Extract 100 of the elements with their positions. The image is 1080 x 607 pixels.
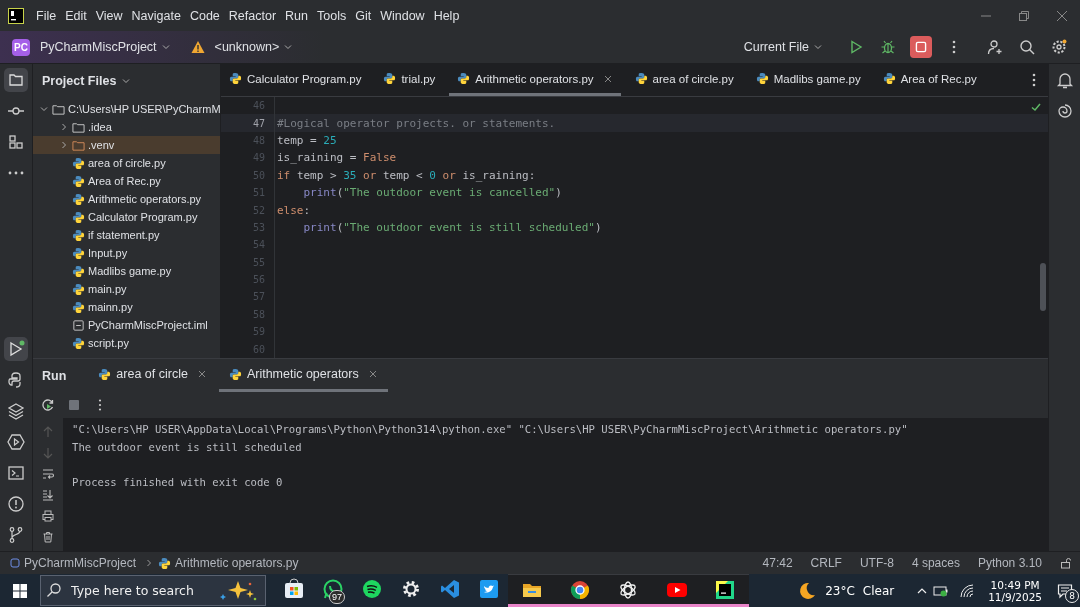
stop-icon[interactable]: [910, 36, 932, 58]
menu-item[interactable]: Help: [433, 8, 460, 23]
code-line: print("The outdoor event is cancelled"): [302, 186, 562, 200]
folder-icon: [72, 120, 85, 134]
run-icon[interactable]: [848, 39, 864, 55]
tree-item[interactable]: Input.py: [33, 244, 220, 262]
python-file-icon: [72, 264, 85, 278]
notification-count: 8: [1065, 588, 1079, 603]
close-icon[interactable]: [196, 369, 207, 379]
breadcrumb[interactable]: Arithmetic operators.py: [175, 556, 299, 570]
run-tab[interactable]: area of circle: [88, 359, 217, 392]
run-config-dropdown[interactable]: Current File: [739, 38, 827, 56]
tree-item[interactable]: mainn.py: [33, 298, 220, 316]
editor-tab[interactable]: area of circle.py: [626, 64, 742, 96]
project-dropdown[interactable]: PyCharmMiscProject: [35, 38, 175, 56]
editor-tab[interactable]: Madlibs game.py: [747, 64, 869, 96]
status-item[interactable]: Python 3.10: [977, 556, 1042, 570]
file-icon: [72, 318, 85, 332]
python-file-icon: [229, 72, 242, 85]
pycharm-logo-icon: [8, 7, 24, 24]
wifi-icon[interactable]: [959, 582, 976, 599]
lock-icon[interactable]: [1060, 557, 1072, 569]
tree-item[interactable]: Calculator Program.py: [33, 208, 220, 226]
run-panel-icon[interactable]: [4, 337, 28, 361]
tree-item[interactable]: .venv: [33, 136, 220, 154]
branch-dropdown[interactable]: <unknown>: [210, 38, 298, 56]
editor-tab[interactable]: Arithmetic operators.py: [449, 64, 621, 96]
code-line: temp = 25: [277, 133, 337, 147]
menu-item[interactable]: Refactor: [228, 8, 277, 23]
notification-icon[interactable]: [1057, 582, 1073, 599]
search-icon[interactable]: [1019, 39, 1035, 55]
close-icon[interactable]: [1056, 9, 1068, 22]
scrollbar[interactable]: [1040, 263, 1046, 311]
windows-start-icon[interactable]: [12, 582, 28, 599]
python-file-icon: [72, 192, 85, 206]
pycharm-app-icon[interactable]: [700, 574, 749, 607]
editor-tab[interactable]: Calculator Program.py: [221, 64, 370, 96]
panel-title: Run: [42, 368, 67, 383]
menu-item[interactable]: Tools: [317, 8, 347, 23]
menu-item[interactable]: Window: [380, 8, 425, 23]
caret-icon: [813, 42, 823, 52]
console-line: The outdoor event is still scheduled: [72, 439, 303, 455]
menu-item[interactable]: Edit: [65, 8, 87, 23]
menu-item[interactable]: Git: [355, 8, 372, 23]
scroll-to-end-icon[interactable]: [42, 489, 54, 501]
python-file-icon: [72, 246, 85, 260]
tree-item[interactable]: main.py: [33, 280, 220, 298]
python-file-icon: [634, 72, 648, 85]
folder-icon[interactable]: [4, 68, 28, 92]
files-app-icon[interactable]: [508, 574, 557, 607]
tree-item[interactable]: PyCharmMiscProject.iml: [33, 316, 220, 334]
python-file-icon: [98, 367, 112, 381]
breadcrumb[interactable]: PyCharmMiscProject: [24, 556, 137, 570]
code-line: #Logical operator projects. or statements.: [277, 116, 556, 130]
status-item[interactable]: CRLF: [810, 556, 842, 570]
tree-item[interactable]: C:\Users\HP USER\PyCharmM: [33, 100, 220, 118]
python-file-icon: [72, 210, 85, 224]
menu-item[interactable]: Code: [189, 8, 220, 23]
python-file-icon: [755, 72, 769, 85]
module-icon: [10, 558, 20, 568]
status-item[interactable]: 4 spaces: [911, 556, 960, 570]
clock[interactable]: 10:49 PM 11/9/2025: [988, 578, 1042, 603]
menu-item[interactable]: View: [95, 8, 123, 23]
settings-icon[interactable]: [1051, 39, 1067, 55]
sparkle-icon[interactable]: [218, 579, 258, 601]
editor-tab[interactable]: trial.py: [375, 64, 444, 96]
python-file-icon: [72, 174, 85, 188]
taskbar-search-field[interactable]: Type here to search: [40, 575, 266, 606]
bug-icon[interactable]: [880, 39, 896, 55]
add-user-icon[interactable]: [987, 39, 1003, 55]
status-item[interactable]: 47:42: [762, 556, 793, 570]
tree-item[interactable]: Area of Rec.py: [33, 172, 220, 190]
weather-temperature[interactable]: 23°C: [825, 583, 855, 598]
rerun-icon[interactable]: [41, 398, 55, 412]
tree-item[interactable]: script.py: [33, 334, 220, 352]
close-icon[interactable]: [602, 73, 613, 84]
python-file-icon: [882, 72, 896, 85]
tree-item[interactable]: .idea: [33, 118, 220, 136]
status-item[interactable]: UTF-8: [859, 556, 894, 570]
menu-item[interactable]: Run: [285, 8, 308, 23]
menu-item[interactable]: Navigate: [131, 8, 181, 23]
soft-wrap-icon[interactable]: [42, 468, 54, 480]
tree-item[interactable]: Madlibs game.py: [33, 262, 220, 280]
check-icon: [1030, 101, 1042, 113]
search-icon: [46, 582, 62, 598]
menu-item[interactable]: File: [36, 8, 57, 23]
moon-icon: [797, 580, 818, 601]
line-number: 47: [251, 117, 266, 129]
panel-title[interactable]: Project Files: [42, 73, 117, 88]
weather-condition[interactable]: Clear: [862, 583, 895, 598]
close-icon[interactable]: [367, 369, 378, 379]
tree-item[interactable]: if statement.py: [33, 226, 220, 244]
code-line: print("The outdoor event is still scheduled"): [302, 220, 602, 234]
print-icon[interactable]: [42, 510, 54, 522]
code-line: else:: [277, 203, 311, 217]
restore-icon[interactable]: [1018, 9, 1030, 22]
trash-icon[interactable]: [42, 531, 54, 543]
editor-tab[interactable]: Area of Rec.py: [874, 64, 985, 96]
tree-item[interactable]: area of circle.py: [33, 154, 220, 172]
tree-item[interactable]: Arithmetic operators.py: [33, 190, 220, 208]
